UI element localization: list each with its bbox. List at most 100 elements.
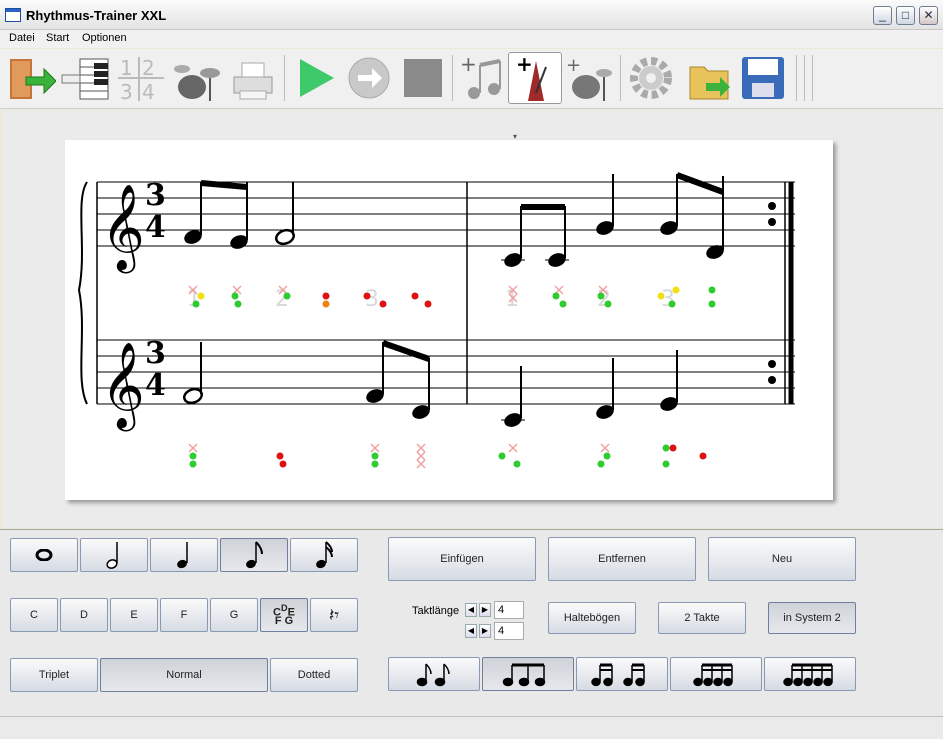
time-sig-top: 3 bbox=[145, 178, 166, 213]
title-bar: Rhythmus-Trainer XXL _ □ ✕ bbox=[0, 0, 943, 30]
svg-text:+: + bbox=[566, 55, 581, 76]
menu-datei[interactable]: Datei bbox=[9, 32, 35, 44]
close-button[interactable]: ✕ bbox=[919, 6, 938, 25]
denominator-decrement[interactable]: ◀ bbox=[465, 624, 477, 638]
svg-text:3: 3 bbox=[365, 287, 379, 312]
system-brace bbox=[77, 181, 88, 405]
printer-icon[interactable] bbox=[226, 52, 280, 104]
toolbar-separator bbox=[812, 55, 813, 101]
numerator-increment[interactable]: ▶ bbox=[479, 603, 491, 617]
toolbar-separator bbox=[620, 55, 621, 101]
time-sig-bottom: 4 bbox=[145, 368, 166, 403]
remove-button[interactable]: Entfernen bbox=[548, 537, 696, 581]
time-sig-bottom: 4 bbox=[145, 210, 166, 245]
svg-text:1: 1 bbox=[120, 56, 133, 80]
pitch-group-button[interactable]: CDE F G bbox=[260, 598, 308, 632]
note-group-lower-m1 bbox=[183, 340, 430, 419]
window-title: Rhythmus-Trainer XXL bbox=[26, 8, 167, 23]
time-sig-top: 3 bbox=[145, 336, 166, 371]
insert-button[interactable]: Einfügen bbox=[388, 537, 536, 581]
status-bar bbox=[0, 716, 943, 739]
exit-icon[interactable] bbox=[4, 52, 58, 104]
eighth-note-icon bbox=[246, 541, 263, 569]
toolbar-separator bbox=[284, 55, 285, 101]
time-signature-icon[interactable]: 1234 bbox=[114, 52, 168, 104]
note-group-upper-m1 bbox=[184, 180, 295, 249]
app-icon bbox=[5, 8, 21, 22]
menu-optionen[interactable]: Optionen bbox=[82, 32, 127, 44]
pattern-quintuplet-button[interactable] bbox=[764, 657, 856, 691]
svg-text:2: 2 bbox=[142, 56, 155, 80]
pitch-f-button[interactable]: F bbox=[160, 598, 208, 632]
pattern-four-sixteenths-button[interactable] bbox=[670, 657, 762, 691]
numerator-field[interactable]: 4 bbox=[494, 601, 524, 619]
feedback-marks-upper bbox=[188, 285, 716, 308]
numerator-decrement[interactable]: ◀ bbox=[465, 603, 477, 617]
metronome-icon[interactable]: + bbox=[508, 52, 562, 104]
treble-clef-icon: 𝄞 bbox=[101, 184, 145, 274]
pattern-sixteenths-button[interactable] bbox=[576, 657, 668, 691]
minimize-button[interactable]: _ bbox=[873, 6, 892, 25]
menu-bar: Datei Start Optionen bbox=[0, 30, 943, 48]
denominator-increment[interactable]: ▶ bbox=[479, 624, 491, 638]
note-group-upper-m2 bbox=[501, 172, 725, 267]
add-note-icon[interactable]: + bbox=[456, 52, 510, 104]
feedback-marks-lower bbox=[188, 443, 707, 469]
beamed-eighths-icon bbox=[502, 663, 546, 687]
half-note-button[interactable] bbox=[80, 538, 148, 572]
save-icon[interactable] bbox=[736, 52, 790, 104]
toolbar: 1234 + + + bbox=[0, 49, 943, 109]
normal-button[interactable]: Normal bbox=[100, 658, 268, 692]
takt-length-label: Taktlänge bbox=[412, 605, 460, 617]
svg-text:4: 4 bbox=[142, 80, 155, 103]
play-icon[interactable] bbox=[288, 52, 342, 104]
repeat-dot bbox=[768, 376, 776, 384]
system-2-button[interactable]: in System 2 bbox=[768, 602, 856, 634]
half-note-icon bbox=[106, 542, 118, 569]
note-group-lower-m2 bbox=[501, 350, 678, 427]
add-drum-icon[interactable]: + bbox=[562, 52, 616, 104]
dotted-button[interactable]: Dotted bbox=[270, 658, 358, 692]
quarter-note-button[interactable] bbox=[150, 538, 218, 572]
piano-icon[interactable] bbox=[58, 52, 112, 104]
ties-button[interactable]: Haltebögen bbox=[548, 602, 636, 634]
triplet-button[interactable]: Triplet bbox=[10, 658, 98, 692]
rest-button[interactable]: 𝄽𝄾 bbox=[310, 598, 358, 632]
eighth-note-button[interactable] bbox=[220, 538, 288, 572]
pitch-d-button[interactable]: D bbox=[60, 598, 108, 632]
svg-text:3: 3 bbox=[120, 80, 133, 103]
sixteenth-note-button[interactable] bbox=[290, 538, 358, 572]
toolbar-separator bbox=[804, 55, 805, 101]
whole-note-icon bbox=[35, 549, 53, 561]
toolbar-separator bbox=[796, 55, 797, 101]
pitch-g-button[interactable]: G bbox=[210, 598, 258, 632]
denominator-field[interactable]: 4 bbox=[494, 622, 524, 640]
pitch-c-button[interactable]: C bbox=[10, 598, 58, 632]
rest-icon: 𝄽𝄾 bbox=[328, 604, 340, 625]
repeat-dot bbox=[768, 360, 776, 368]
sheet-music: 𝄞 𝄞 3 4 3 4 1 2 3 2 3 bbox=[77, 172, 795, 469]
repeat-dot bbox=[768, 218, 776, 226]
settings-icon[interactable] bbox=[624, 52, 678, 104]
drum-kit-icon[interactable] bbox=[170, 52, 224, 104]
sixteenth-note-icon bbox=[316, 541, 333, 569]
maximize-button[interactable]: □ bbox=[896, 6, 915, 25]
open-folder-icon[interactable] bbox=[682, 52, 736, 104]
svg-text:+: + bbox=[460, 53, 477, 76]
two-bars-button[interactable]: 2 Takte bbox=[658, 602, 746, 634]
new-button[interactable]: Neu bbox=[708, 537, 856, 581]
next-icon[interactable] bbox=[342, 52, 396, 104]
treble-clef-icon: 𝄞 bbox=[101, 342, 145, 432]
toolbar-separator bbox=[452, 55, 453, 101]
quintuplet-icon bbox=[783, 663, 833, 687]
pitch-group-label: CDE F G bbox=[273, 602, 295, 628]
menu-start[interactable]: Start bbox=[46, 32, 69, 44]
pattern-beamed-eighths-button[interactable] bbox=[482, 657, 574, 691]
two-eighths-icon bbox=[416, 663, 450, 687]
whole-note-button[interactable] bbox=[10, 538, 78, 572]
pitch-e-button[interactable]: E bbox=[110, 598, 158, 632]
control-panel: C D E F G CDE F G 𝄽𝄾 Triplet Normal Dotte… bbox=[0, 529, 943, 739]
stop-icon[interactable] bbox=[396, 52, 450, 104]
repeat-dot bbox=[768, 202, 776, 210]
pattern-two-eighths-button[interactable] bbox=[388, 657, 480, 691]
